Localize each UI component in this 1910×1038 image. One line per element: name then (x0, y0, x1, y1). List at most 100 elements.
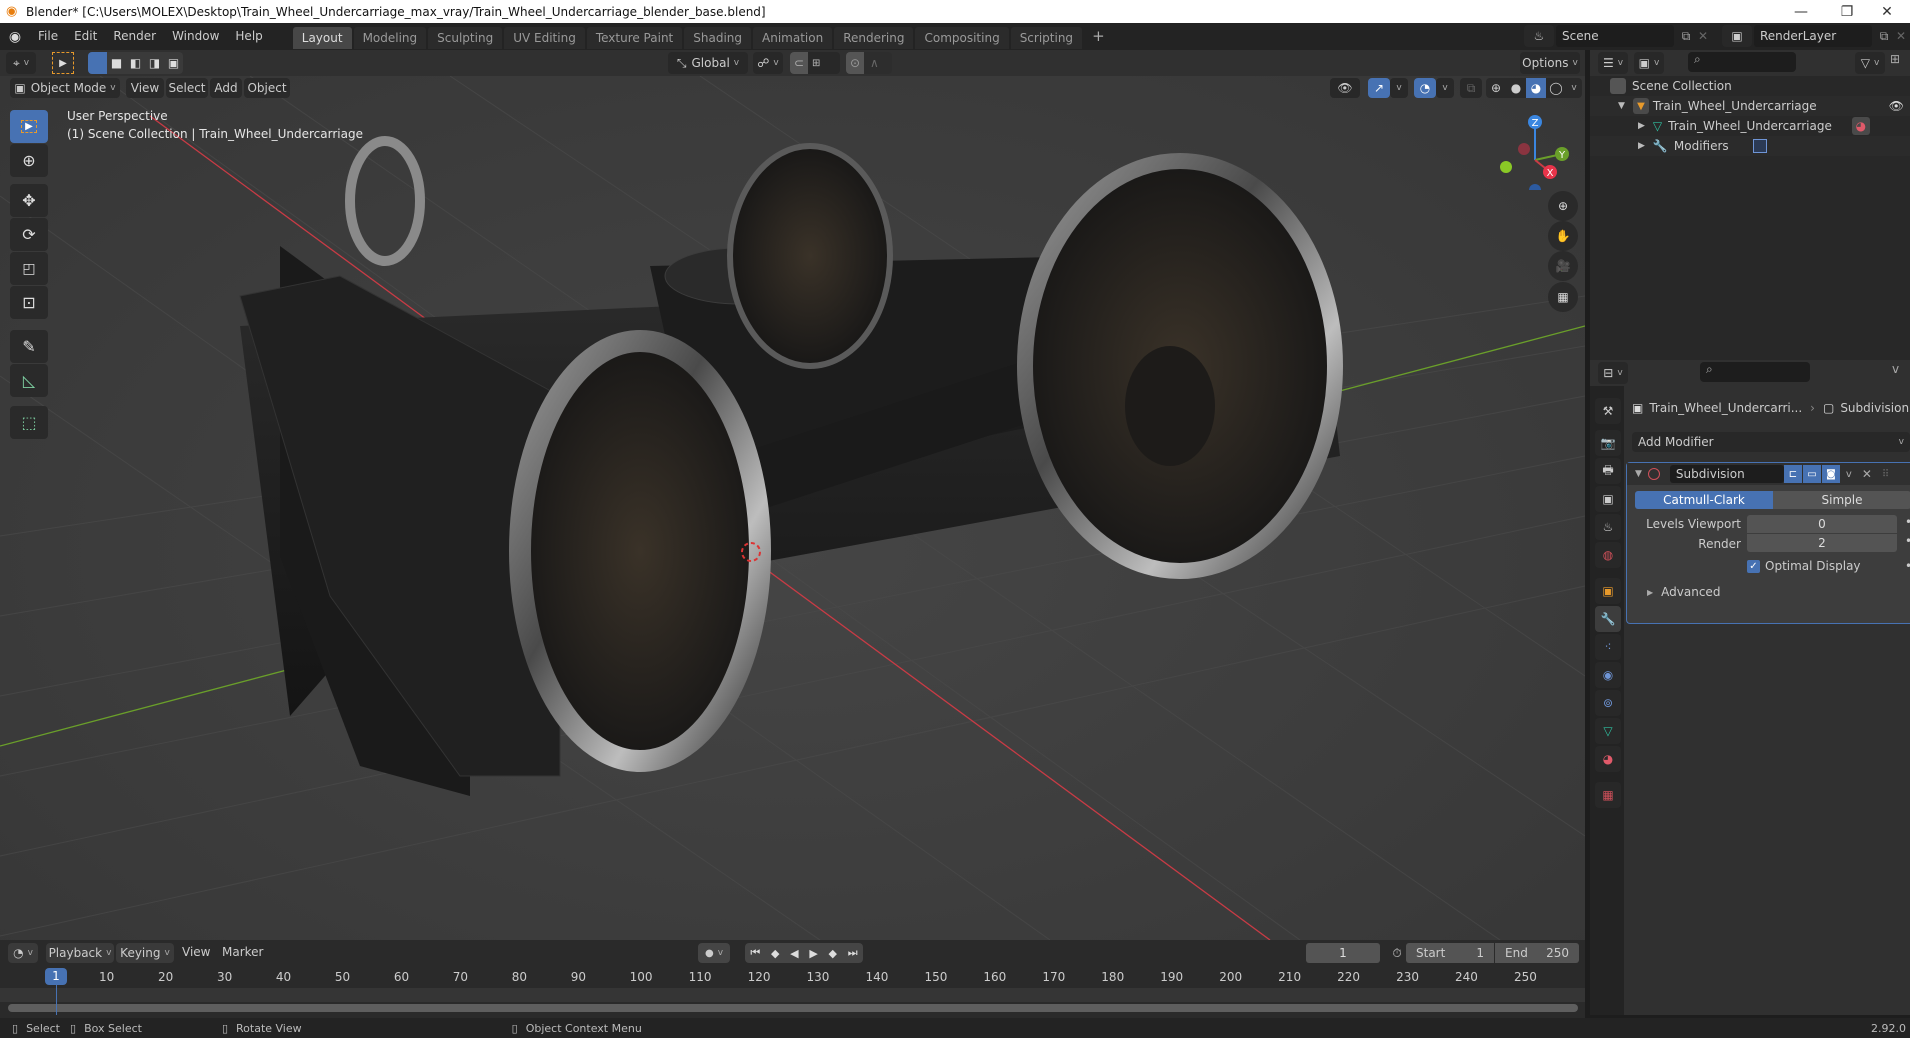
timeline-scrollbar[interactable] (8, 1004, 1578, 1012)
marker-menu[interactable]: Marker (222, 945, 263, 959)
ortho-toggle-button[interactable]: ▦ (1548, 282, 1578, 312)
viewport-display-toggle-icon[interactable]: ▭ (1802, 465, 1821, 483)
wireframe-shading-icon[interactable]: ⊕ (1486, 78, 1506, 98)
timeline-view-menu[interactable]: View (182, 945, 210, 959)
keyframe-dot-icon[interactable]: • (1905, 559, 1910, 573)
outliner-editor-type-icon[interactable]: ☰ v (1598, 52, 1628, 74)
scene-name-field[interactable]: Scene (1556, 25, 1674, 47)
keying-menu[interactable]: Keying v (116, 943, 174, 963)
keyframe-track[interactable] (0, 988, 1585, 1002)
menu-render[interactable]: Render (105, 23, 164, 50)
menu-window[interactable]: Window (164, 23, 227, 50)
tab-world[interactable]: ◍ (1595, 542, 1621, 568)
tab-render[interactable]: 📷 (1595, 430, 1621, 456)
blender-menu-icon[interactable]: ◉ (0, 29, 30, 45)
menu-file[interactable]: File (30, 23, 66, 50)
collapse-arrow-icon[interactable]: ▼ (1635, 469, 1642, 479)
menu-object[interactable]: Object (244, 78, 290, 98)
cursor-tool[interactable]: ⊕ (10, 144, 48, 177)
tab-uv-editing[interactable]: UV Editing (504, 27, 585, 49)
tab-output[interactable]: 🖶 (1595, 458, 1621, 484)
measure-tool[interactable]: ◺ (10, 364, 48, 397)
menu-select[interactable]: Select (166, 78, 208, 98)
render-toggle-icon[interactable]: ◙ (1821, 465, 1840, 483)
simple-button[interactable]: Simple (1773, 491, 1910, 509)
edit-mode-toggle-icon[interactable]: ⊏ (1783, 465, 1802, 483)
transform-tool[interactable]: ⊡ (10, 286, 48, 319)
solid-shading-icon[interactable]: ● (1506, 78, 1526, 98)
delete-scene-icon[interactable]: ✕ (1696, 25, 1710, 47)
xray-toggle-icon[interactable]: ⧉ (1460, 78, 1482, 98)
falloff-icon[interactable]: ∧ (870, 56, 879, 70)
pan-view-button[interactable]: ✋ (1548, 221, 1578, 251)
end-frame-field[interactable]: End 250 (1495, 943, 1579, 963)
mode-new-icon[interactable] (88, 52, 107, 74)
tab-animation[interactable]: Animation (753, 27, 833, 49)
optimal-display-checkbox[interactable]: ✓ Optimal Display (1747, 559, 1861, 573)
tab-scripting[interactable]: Scripting (1010, 27, 1083, 49)
outliner-row-scene-collection[interactable]: Scene Collection (1590, 76, 1910, 96)
show-gizmo-icon[interactable]: ↗ (1368, 78, 1390, 98)
add-workspace-button[interactable]: + (1084, 23, 1113, 50)
object-mode-dropdown[interactable]: ▣ Object Mode v (10, 78, 120, 98)
menu-add[interactable]: Add (210, 78, 242, 98)
camera-view-button[interactable]: 🎥 (1548, 251, 1578, 281)
visibility-selectability-icon[interactable]: 👁 (1330, 78, 1360, 98)
show-overlays-icon[interactable]: ◔ (1414, 78, 1436, 98)
zoom-view-button[interactable]: ⊕ (1548, 191, 1578, 221)
move-tool[interactable]: ✥ (10, 184, 48, 217)
playback-menu[interactable]: Playback v (46, 943, 114, 963)
tab-layout[interactable]: Layout (292, 27, 352, 49)
tab-sculpting[interactable]: Sculpting (428, 27, 503, 49)
stopwatch-icon[interactable]: ⏱ (1388, 943, 1406, 963)
rendered-shading-icon[interactable]: ◯ (1546, 78, 1566, 98)
outliner-search-input[interactable]: ⌕ (1688, 52, 1796, 72)
shading-dropdown[interactable]: v (1566, 78, 1582, 98)
render-levels-field[interactable]: 2 (1747, 534, 1897, 552)
expand-arrow-icon[interactable]: ▶ (1638, 141, 1645, 151)
tab-compositing[interactable]: Compositing (915, 27, 1009, 49)
tab-shading[interactable]: Shading (684, 27, 751, 49)
overlays-dropdown[interactable]: v (1436, 78, 1454, 98)
material-preview-shading-icon[interactable]: ◕ (1526, 78, 1546, 98)
filter-icon[interactable]: ▽ v (1855, 52, 1885, 74)
modifier-menu-icon[interactable]: v (1846, 469, 1852, 480)
tab-data[interactable]: ▽ (1595, 718, 1621, 744)
tab-texture-paint[interactable]: Texture Paint (586, 27, 683, 49)
scale-tool[interactable]: ◰ (10, 252, 48, 285)
prev-keyframe-icon[interactable]: ◆ (771, 947, 779, 960)
play-reverse-icon[interactable]: ◀ (790, 947, 798, 960)
keyframe-dot-icon[interactable]: • (1905, 534, 1910, 548)
frame-ruler[interactable]: 10 20 30 40 50 60 70 80 90 100 110 120 130 140 150 160 1… (0, 966, 1585, 988)
tab-physics[interactable]: ◉ (1595, 662, 1621, 688)
material-icon[interactable]: ◕ (1851, 117, 1870, 135)
snap-increment-icon[interactable]: ⊞ (812, 58, 820, 69)
transform-orientation-dropdown[interactable]: ⤡ Global v (668, 52, 748, 74)
add-modifier-dropdown[interactable]: Add Modifier v (1632, 432, 1910, 452)
add-cube-tool[interactable]: ⬚ (10, 406, 48, 439)
tab-modeling[interactable]: Modeling (353, 27, 427, 49)
catmull-clark-button[interactable]: Catmull-Clark (1635, 491, 1773, 509)
view-layer-selector-icon[interactable]: ▣ (1722, 25, 1752, 47)
keyframe-dot-icon[interactable]: • (1905, 515, 1910, 529)
pivot-point-icon[interactable]: ☍ v (753, 52, 783, 74)
tab-view-layer[interactable]: ▣ (1595, 486, 1621, 512)
area-divider[interactable] (1585, 940, 1590, 1018)
menu-help[interactable]: Help (227, 23, 270, 50)
tab-particles[interactable]: ⁖ (1595, 634, 1621, 660)
visibility-eye-icon[interactable]: 👁 (1889, 99, 1904, 113)
tab-modifiers[interactable]: 🔧 (1595, 606, 1621, 632)
tab-scene[interactable]: ♨ (1595, 514, 1621, 540)
rotate-tool[interactable]: ⟳ (10, 218, 48, 251)
outliner-row-object[interactable]: ▼ ▼ Train_Wheel_Undercarriage 👁 (1590, 96, 1910, 116)
outliner-row-mesh[interactable]: ▶ ▽ Train_Wheel_Undercarriage ◕ (1590, 116, 1910, 136)
start-frame-field[interactable]: Start 1 (1406, 943, 1494, 963)
playhead-frame[interactable]: 1 (45, 968, 67, 985)
new-scene-icon[interactable]: ⧉ (1676, 25, 1696, 47)
editor-type-icon[interactable]: ⌖ v (6, 52, 36, 74)
3d-viewport[interactable] (0, 76, 1585, 940)
current-frame-field[interactable]: 1 (1306, 943, 1380, 963)
jump-start-icon[interactable]: ⏮ (750, 946, 760, 960)
snap-magnet-icon[interactable]: ⊂ (790, 52, 808, 74)
remove-modifier-icon[interactable]: ✕ (1862, 467, 1872, 481)
